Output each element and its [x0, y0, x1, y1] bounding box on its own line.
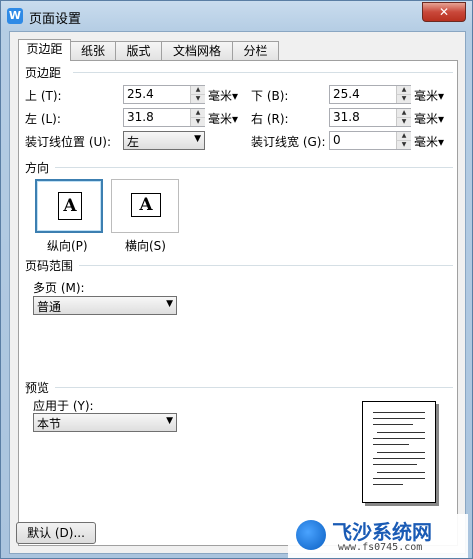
tab-layout[interactable]: 版式	[115, 41, 162, 60]
chevron-down-icon: ▼	[166, 299, 173, 309]
preview-line	[373, 444, 409, 445]
preview-line	[377, 452, 425, 453]
left-margin-label: 左 (L):	[25, 112, 61, 126]
spin-up-icon[interactable]: ▲	[396, 132, 411, 141]
top-margin-label: 上 (T):	[25, 89, 62, 103]
tab-paper[interactable]: 纸张	[70, 41, 116, 60]
left-margin-unit[interactable]: 毫米▾	[208, 110, 238, 127]
portrait-page-icon: A	[58, 192, 82, 220]
preview-line	[373, 412, 425, 413]
preview-line	[377, 432, 425, 433]
gutter-width-label: 装订线宽 (G):	[251, 135, 326, 149]
apply-to-select[interactable]: 本节 ▼	[33, 413, 177, 432]
divider	[73, 72, 453, 73]
apply-to-label: 应用于 (Y):	[33, 399, 94, 413]
bottom-margin-unit[interactable]: 毫米▾	[414, 87, 444, 104]
tab-doc-grid[interactable]: 文档网格	[161, 41, 233, 60]
watermark-title: 飞沙系统网	[332, 520, 432, 544]
right-margin-unit[interactable]: 毫米▾	[414, 110, 444, 127]
gutter-position-value: 左	[127, 135, 140, 149]
preview-line	[373, 458, 425, 459]
chevron-down-icon: ▼	[194, 134, 201, 144]
top-margin-value: 25.4	[127, 87, 154, 101]
preview-line	[373, 464, 417, 465]
window-title: 页面设置	[29, 12, 82, 27]
landscape-option[interactable]: A	[111, 179, 179, 233]
spin-down-icon[interactable]: ▼	[396, 118, 411, 126]
spin-down-icon[interactable]: ▼	[396, 141, 411, 149]
spin-up-icon[interactable]: ▲	[190, 86, 205, 95]
right-margin-input[interactable]: 31.8 ▲ ▼	[329, 108, 411, 127]
tab-columns[interactable]: 分栏	[232, 41, 279, 60]
portrait-option[interactable]: A	[35, 179, 103, 233]
tab-margins[interactable]: 页边距	[18, 39, 71, 61]
gutter-width-unit[interactable]: 毫米▾	[414, 133, 444, 150]
bottom-margin-input[interactable]: 25.4 ▲ ▼	[329, 85, 411, 104]
wps-app-icon: W	[7, 8, 23, 24]
divider	[55, 167, 453, 168]
margins-section-title: 页边距	[25, 66, 62, 80]
multiple-pages-value: 普通	[37, 300, 62, 314]
spin-up-icon[interactable]: ▲	[396, 109, 411, 118]
page-preview	[362, 401, 436, 503]
multiple-pages-select[interactable]: 普通 ▼	[33, 296, 177, 315]
divider	[55, 387, 453, 388]
preview-line	[373, 484, 403, 485]
preview-line	[373, 424, 413, 425]
preview-line	[377, 472, 425, 473]
spin-up-icon[interactable]: ▲	[190, 109, 205, 118]
close-button[interactable]: ✕	[422, 2, 466, 22]
watermark-url: www.fs0745.com	[338, 542, 423, 553]
orientation-section-title: 方向	[25, 161, 50, 175]
right-margin-label: 右 (R):	[251, 112, 289, 126]
preview-section-title: 预览	[25, 381, 50, 395]
preview-line	[373, 478, 425, 479]
left-margin-value: 31.8	[127, 110, 154, 124]
dialog-window: W 页面设置 ✕ 页边距 纸张 版式 文档网格 分栏 页边距 上 (T): 25…	[0, 0, 473, 559]
landscape-page-icon: A	[131, 193, 161, 217]
spin-down-icon[interactable]: ▼	[190, 118, 205, 126]
multiple-pages-label: 多页 (M):	[33, 281, 85, 295]
gutter-position-select[interactable]: 左 ▼	[123, 131, 205, 150]
tab-page-margins: 页边距 上 (T): 25.4 ▲ ▼ 毫米▾ 下 (B): 25.4 ▲ ▼ 毫米…	[18, 60, 458, 546]
default-button[interactable]: 默认 (D)...	[16, 522, 96, 544]
apply-to-value: 本节	[37, 417, 62, 431]
bottom-margin-label: 下 (B):	[251, 89, 289, 103]
spin-up-icon[interactable]: ▲	[396, 86, 411, 95]
left-margin-input[interactable]: 31.8 ▲ ▼	[123, 108, 205, 127]
dialog-client: 页边距 纸张 版式 文档网格 分栏 页边距 上 (T): 25.4 ▲ ▼ 毫米▾…	[9, 31, 466, 554]
title-bar: W 页面设置 ✕	[1, 1, 472, 31]
divider	[79, 265, 453, 266]
top-margin-unit[interactable]: 毫米▾	[208, 87, 238, 104]
bottom-margin-value: 25.4	[333, 87, 360, 101]
landscape-label[interactable]: 横向(S)	[125, 237, 166, 254]
preview-line	[373, 438, 425, 439]
gutter-width-input[interactable]: 0 ▲ ▼	[329, 131, 411, 150]
site-watermark: 飞沙系统网 www.fs0745.com	[288, 514, 468, 558]
gutter-position-label: 装订线位置 (U):	[25, 135, 112, 149]
right-margin-value: 31.8	[333, 110, 360, 124]
spin-down-icon[interactable]: ▼	[190, 95, 205, 103]
preview-line	[373, 418, 425, 419]
chevron-down-icon: ▼	[166, 416, 173, 426]
spin-down-icon[interactable]: ▼	[396, 95, 411, 103]
site-logo-icon	[296, 520, 326, 550]
pages-section-title: 页码范围	[25, 259, 74, 273]
gutter-width-value: 0	[333, 133, 341, 147]
top-margin-input[interactable]: 25.4 ▲ ▼	[123, 85, 205, 104]
portrait-label[interactable]: 纵向(P)	[47, 237, 88, 254]
